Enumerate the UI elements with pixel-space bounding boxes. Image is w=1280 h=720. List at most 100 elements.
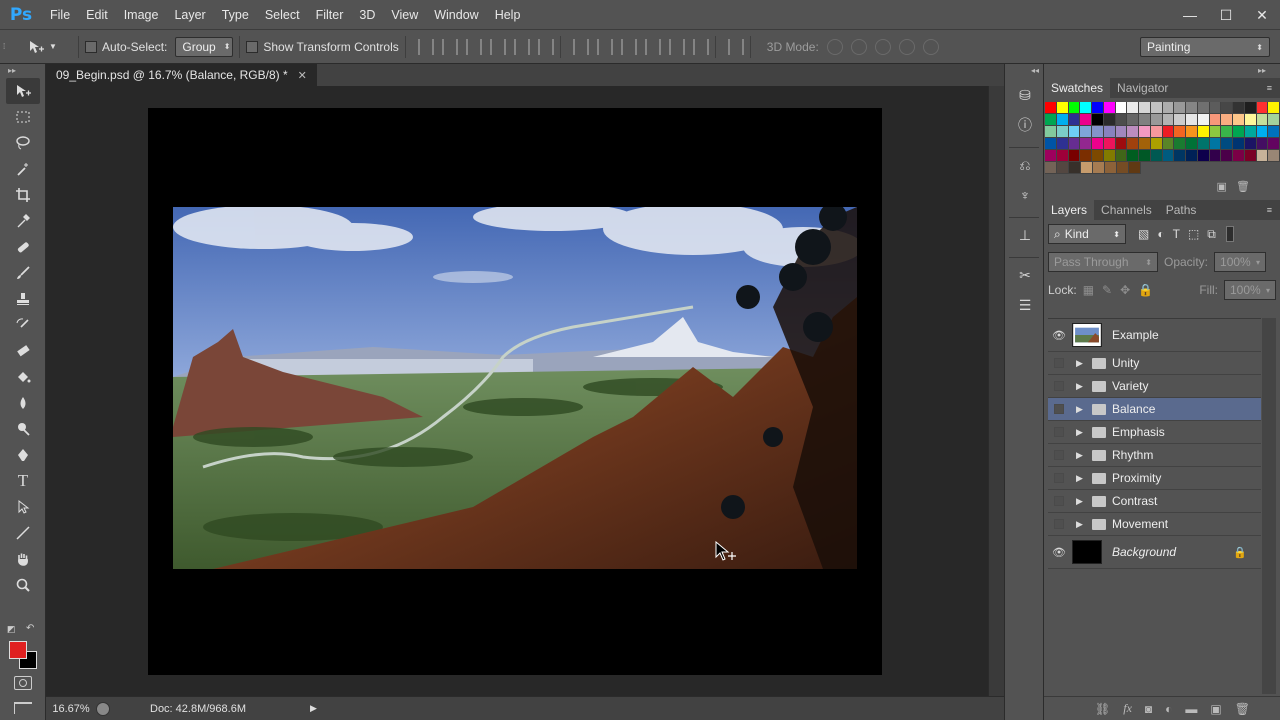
menu-type[interactable]: Type [214, 0, 257, 30]
filter-adjustment-icon[interactable]: ◐ [1157, 227, 1164, 242]
color-swatch[interactable] [1244, 150, 1257, 162]
color-swatch[interactable] [1093, 162, 1105, 174]
color-swatch[interactable] [1056, 102, 1069, 114]
screen-mode-icon[interactable] [14, 702, 32, 714]
blend-mode-dropdown[interactable]: Pass Through ⬍ [1048, 252, 1158, 272]
color-swatch[interactable] [1268, 126, 1280, 138]
color-swatch[interactable] [1045, 102, 1057, 114]
color-swatch[interactable] [1209, 114, 1222, 126]
filter-shape-icon[interactable]: ⬚ [1188, 227, 1199, 242]
collapse-toggle-icon[interactable]: ▸▸ [0, 64, 45, 78]
menu-help[interactable]: Help [487, 0, 529, 30]
color-swatch[interactable] [1162, 126, 1175, 138]
filter-smart-object-icon[interactable]: ⧉ [1207, 227, 1216, 242]
auto-align-icon[interactable] [727, 38, 744, 55]
expand-triangle-icon[interactable]: ▶ [1076, 519, 1088, 530]
layer-row-variety[interactable]: ▶ Variety [1048, 375, 1261, 398]
auto-select-dropdown[interactable]: Group ⬍ [175, 36, 234, 57]
color-swatch[interactable] [1103, 114, 1116, 126]
color-swatch[interactable] [1174, 150, 1186, 162]
color-swatch[interactable] [1209, 138, 1222, 150]
add-mask-icon[interactable]: ◙ [1145, 702, 1152, 716]
color-swatch[interactable] [1115, 126, 1128, 138]
color-swatch[interactable] [1221, 114, 1233, 126]
swap-colors-icon[interactable]: ↶ [26, 623, 34, 634]
3d-rotate-icon[interactable] [826, 38, 843, 55]
expand-triangle-icon[interactable]: ▶ [1076, 427, 1088, 438]
color-swatch[interactable] [1080, 114, 1092, 126]
color-swatch[interactable] [1045, 162, 1057, 174]
filter-kind-dropdown[interactable]: ⌕ Kind ⬍ [1048, 224, 1126, 244]
adjustment-layer-icon[interactable]: ◐ [1165, 702, 1172, 716]
color-swatch[interactable] [1127, 102, 1139, 114]
expand-triangle-icon[interactable]: ▶ [1076, 381, 1088, 392]
color-swatch[interactable] [1139, 150, 1151, 162]
color-swatch[interactable] [1233, 102, 1245, 114]
properties-button[interactable]: ☰ [1010, 292, 1040, 318]
color-swatch[interactable] [1221, 138, 1233, 150]
zoom-tool[interactable] [6, 572, 40, 598]
marquee-tool[interactable] [6, 104, 40, 130]
color-swatch[interactable] [1092, 126, 1104, 138]
color-swatch[interactable] [1139, 114, 1151, 126]
filter-toggle-switch[interactable] [1225, 226, 1234, 242]
magic-wand-tool[interactable] [6, 156, 40, 182]
color-swatch[interactable] [1256, 102, 1269, 114]
expand-triangle-icon[interactable]: ▶ [1076, 404, 1088, 415]
brush-presets-button[interactable]: ⎌ [1010, 152, 1040, 178]
color-swatch[interactable] [1056, 150, 1069, 162]
show-transform-checkbox[interactable]: Show Transform Controls [246, 40, 399, 54]
color-swatch[interactable] [1103, 126, 1116, 138]
document-canvas[interactable] [148, 108, 882, 675]
distribute-right-icon[interactable] [692, 38, 709, 55]
eye-icon[interactable]: 👁 [1048, 546, 1070, 559]
color-swatch[interactable] [1068, 114, 1081, 126]
color-swatch[interactable] [1080, 126, 1092, 138]
visibility-toggle[interactable] [1054, 473, 1064, 483]
proof-setup-icon[interactable] [96, 701, 110, 716]
visibility-toggle[interactable] [1054, 381, 1064, 391]
color-swatch[interactable] [1115, 150, 1128, 162]
color-swatch[interactable] [1209, 126, 1222, 138]
color-swatch[interactable] [1139, 126, 1151, 138]
color-swatch[interactable] [1103, 102, 1116, 114]
color-swatch[interactable] [1117, 162, 1129, 174]
layer-row-unity[interactable]: ▶ Unity [1048, 352, 1261, 375]
color-swatch[interactable] [1115, 102, 1128, 114]
layer-row-emphasis[interactable]: ▶ Emphasis [1048, 421, 1261, 444]
tab-channels[interactable]: Channels [1094, 200, 1159, 220]
color-swatch[interactable] [1056, 126, 1069, 138]
color-swatch[interactable] [1268, 114, 1280, 126]
color-swatch[interactable] [1233, 138, 1245, 150]
color-swatch[interactable] [1197, 126, 1210, 138]
paint-bucket-tool[interactable] [6, 364, 40, 390]
lock-all-icon[interactable]: 🔒 [1138, 283, 1153, 297]
visibility-toggle[interactable] [1054, 519, 1064, 529]
color-swatch[interactable] [1105, 162, 1117, 174]
color-swatch[interactable] [1197, 102, 1210, 114]
collapse-toggle-icon[interactable]: ◂◂ [1005, 64, 1043, 78]
tab-navigator[interactable]: Navigator [1110, 78, 1175, 98]
color-swatch[interactable] [1268, 150, 1280, 162]
expand-triangle-icon[interactable]: ▶ [1076, 358, 1088, 369]
layer-row-contrast[interactable]: ▶ Contrast [1048, 490, 1261, 513]
layer-row-movement[interactable]: ▶ Movement [1048, 513, 1261, 536]
color-swatch[interactable] [1115, 138, 1128, 150]
maximize-button[interactable]: ☐ [1208, 0, 1244, 30]
quick-mask-icon[interactable] [14, 676, 32, 690]
color-swatch[interactable] [1127, 138, 1139, 150]
color-swatch[interactable] [1162, 138, 1175, 150]
clone-stamp-tool[interactable] [6, 286, 40, 312]
color-swatch[interactable] [1056, 114, 1069, 126]
visibility-toggle[interactable] [1054, 358, 1064, 368]
color-swatch[interactable] [1244, 114, 1257, 126]
expand-triangle-icon[interactable]: ▶ [1076, 496, 1088, 507]
distribute-top-icon[interactable] [572, 38, 589, 55]
color-swatch[interactable] [1045, 126, 1057, 138]
color-swatch[interactable] [1186, 102, 1198, 114]
color-swatch[interactable] [1186, 114, 1198, 126]
color-swatch[interactable] [1244, 138, 1257, 150]
color-swatch[interactable] [1127, 126, 1139, 138]
lock-position-icon[interactable]: ✥ [1120, 283, 1130, 297]
align-right-icon[interactable] [537, 38, 554, 55]
